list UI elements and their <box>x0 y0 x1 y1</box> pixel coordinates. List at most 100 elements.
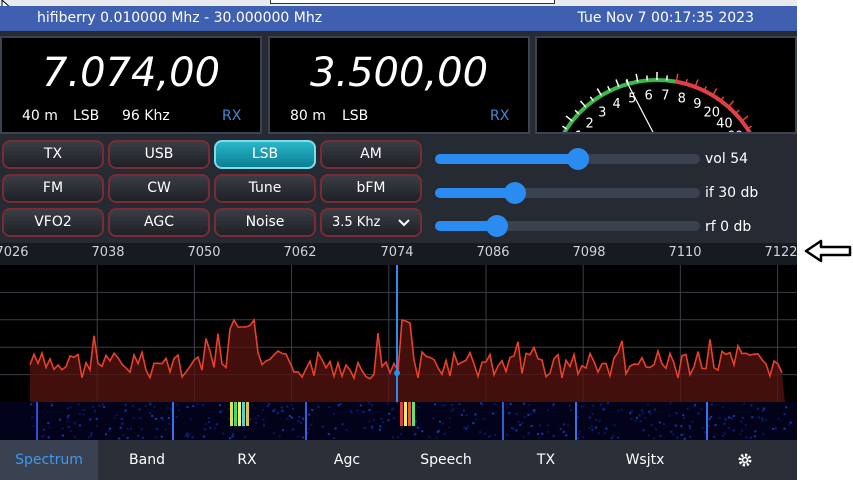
waterfall-pixel <box>562 423 565 426</box>
waterfall-display[interactable] <box>0 402 797 440</box>
waterfall-pixel <box>103 405 106 408</box>
if-slider[interactable] <box>435 182 700 204</box>
waterfall-pixel <box>674 424 677 427</box>
gear-icon <box>738 453 752 467</box>
waterfall-pixel <box>151 414 154 417</box>
agc-button[interactable]: AGC <box>108 208 210 237</box>
waterfall-pixel <box>31 416 34 419</box>
waterfall-pixel <box>505 403 508 406</box>
cw-button[interactable]: CW <box>108 174 210 203</box>
waterfall-pixel <box>47 436 50 439</box>
waterfall-pixel <box>441 404 444 407</box>
waterfall-signal <box>412 402 415 426</box>
waterfall-pixel <box>682 433 685 436</box>
waterfall-pixel <box>630 417 633 420</box>
waterfall-pixel <box>272 432 275 435</box>
meter-label: 9 <box>693 97 701 112</box>
waterfall-pixel <box>538 436 541 439</box>
waterfall-pixel <box>126 436 129 439</box>
waterfall-pixel <box>529 413 532 416</box>
waterfall-signal <box>706 402 708 440</box>
noise-button[interactable]: Noise <box>214 208 316 237</box>
waterfall-pixel <box>32 424 35 427</box>
waterfall-pixel <box>87 436 90 439</box>
waterfall-pixel <box>350 411 353 414</box>
waterfall-pixel <box>73 436 76 439</box>
vfo1-status: RX <box>222 108 242 124</box>
tab-rx[interactable]: RX <box>198 440 296 480</box>
tab-speech[interactable]: Speech <box>397 440 495 480</box>
vol-slider-handle[interactable] <box>567 148 589 170</box>
spectrum-display[interactable] <box>0 265 797 402</box>
waterfall-pixel <box>723 432 726 435</box>
waterfall-pixel <box>432 417 435 420</box>
rf-slider[interactable] <box>435 215 700 237</box>
waterfall-pixel <box>391 408 394 411</box>
waterfall-pixel <box>262 408 265 411</box>
waterfall-pixel <box>730 417 733 420</box>
waterfall-pixel <box>635 416 638 419</box>
tab-tx[interactable]: TX <box>497 440 595 480</box>
tab-settings[interactable] <box>696 440 794 480</box>
tx-button[interactable]: TX <box>2 140 104 169</box>
tab-bar: Spectrum Band RX Agc Speech TX Wsjtx <box>0 440 797 480</box>
vfo2-button[interactable]: VFO2 <box>2 208 104 237</box>
waterfall-pixel <box>203 428 206 431</box>
waterfall-pixel <box>546 408 549 411</box>
sdr-app-window: hifiberry 0.010000 Mhz - 30.000000 Mhz T… <box>0 0 797 480</box>
s-meter-gauge: 123456789204060 <box>554 72 760 144</box>
lsb-button[interactable]: LSB <box>214 140 316 169</box>
waterfall-pixel <box>494 433 497 436</box>
meter-label: 6 <box>645 88 653 103</box>
frequency-scale[interactable]: 7026 7038 7050 7062 7074 7086 7098 7110 … <box>0 243 797 265</box>
waterfall-pixel <box>332 412 335 415</box>
waterfall-pixel <box>517 420 520 423</box>
waterfall-pixel <box>108 427 111 430</box>
waterfall-pixel <box>562 430 565 433</box>
vfo1-panel[interactable]: 7.074,00 40 m LSB 96 Khz RX <box>0 36 262 134</box>
scale-tick: 7086 <box>476 245 510 260</box>
waterfall-pixel <box>119 426 122 429</box>
waterfall-pixel <box>772 427 775 430</box>
waterfall-pixel <box>762 433 765 436</box>
tune-button[interactable]: Tune <box>214 174 316 203</box>
waterfall-pixel <box>598 432 601 435</box>
waterfall-pixel <box>47 422 50 425</box>
waterfall-pixel <box>458 402 461 405</box>
waterfall-signal <box>230 402 233 426</box>
waterfall-pixel <box>89 418 92 421</box>
vol-slider[interactable] <box>435 148 700 170</box>
waterfall-pixel <box>186 432 189 435</box>
waterfall-pixel <box>184 435 187 438</box>
vfo2-panel[interactable]: 3.500,00 80 m LSB RX <box>268 36 530 134</box>
if-label: if 30 db <box>705 185 759 201</box>
meter-tick <box>579 100 587 108</box>
vfo2-frequency[interactable]: 3.500,00 <box>270 50 528 96</box>
if-slider-handle[interactable] <box>504 182 526 204</box>
tab-agc[interactable]: Agc <box>298 440 396 480</box>
waterfall-pixel <box>579 430 582 433</box>
tab-wsjtx[interactable]: Wsjtx <box>596 440 694 480</box>
rf-slider-handle[interactable] <box>486 215 508 237</box>
tab-band[interactable]: Band <box>98 440 196 480</box>
waterfall-pixel <box>215 423 218 426</box>
meter-tick <box>565 115 573 122</box>
waterfall-pixel <box>61 427 64 430</box>
am-button[interactable]: AM <box>320 140 422 169</box>
tab-spectrum[interactable]: Spectrum <box>0 440 98 480</box>
filter-dropdown[interactable]: 3.5 Khz <box>320 208 422 237</box>
meter-label: 8 <box>678 91 686 106</box>
waterfall-pixel <box>582 436 585 439</box>
vol-slider-fill <box>435 154 578 164</box>
waterfall-pixel <box>266 404 269 407</box>
waterfall-pixel <box>359 404 362 407</box>
fm-button[interactable]: FM <box>2 174 104 203</box>
waterfall-pixel <box>290 416 293 419</box>
bfm-button[interactable]: bFM <box>320 174 422 203</box>
usb-button[interactable]: USB <box>108 140 210 169</box>
waterfall-pixel <box>160 435 163 438</box>
waterfall-pixel <box>532 409 535 412</box>
waterfall-pixel <box>160 416 163 419</box>
tuning-marker-dot <box>394 370 400 376</box>
vfo1-frequency[interactable]: 7.074,00 <box>2 50 260 96</box>
